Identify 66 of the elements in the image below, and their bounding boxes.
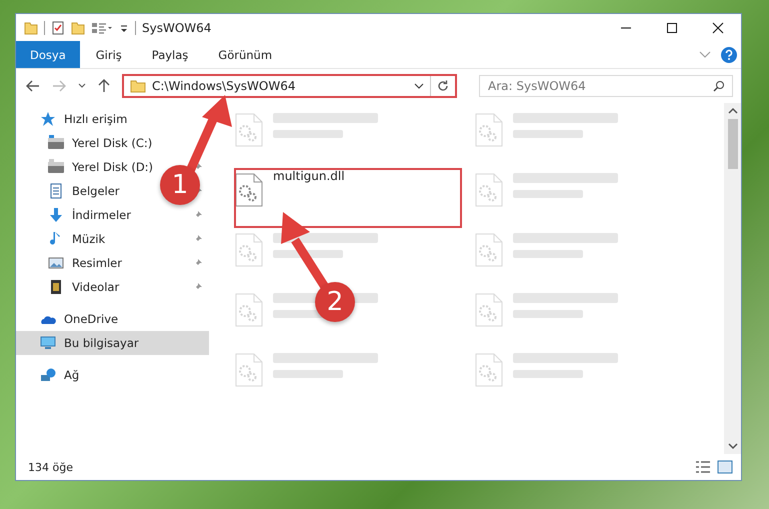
blurred-type-bar [273,370,343,378]
scroll-down-icon[interactable] [728,442,738,450]
ribbon-tab[interactable]: Görünüm [204,41,286,68]
drive-icon [48,135,64,151]
settings-file-icon [475,113,503,147]
blurred-type-bar [513,370,583,378]
ribbon-tab[interactable]: Dosya [16,41,80,68]
video-icon [48,279,64,295]
blurred-type-bar [513,310,583,318]
view-list-icon[interactable] [91,20,113,34]
sidebar-item[interactable]: Yerel Disk (C:) [72,136,152,150]
settings-file-icon [235,173,263,207]
back-arrow-icon[interactable] [26,80,40,92]
folder-icon [130,79,146,93]
refresh-icon[interactable] [437,80,449,92]
sidebar-item[interactable]: İndirmeler [72,208,131,222]
search-field[interactable]: Ara: SysWOW64 [479,75,733,97]
search-icon [713,80,725,92]
scrollbar[interactable] [724,103,741,454]
blurred-type-bar [513,250,583,258]
close-icon [712,22,724,34]
sidebar-item[interactable]: Müzik [72,232,106,246]
up-arrow-icon[interactable] [98,79,110,93]
download-icon [48,207,64,223]
pc-icon [40,335,56,351]
settings-file-icon [235,233,263,267]
address-bar[interactable]: C:\Windows\SysWOW64 [122,74,457,98]
sidebar-item[interactable]: Hızlı erişim [64,112,128,126]
doc-icon [48,183,64,199]
settings-file-icon [475,233,503,267]
sidebar-item[interactable]: Bu bilgisayar [64,336,139,350]
scroll-thumb[interactable] [728,119,738,169]
blurred-type-bar [513,190,583,198]
help-icon[interactable] [721,46,737,62]
address-path: C:\Windows\SysWOW64 [152,79,296,93]
drive-icon [48,159,64,175]
recent-dropdown-icon[interactable] [78,83,86,89]
sidebar-item[interactable]: Yerel Disk (D:) [72,160,154,174]
maximize-icon [666,22,678,34]
file-name[interactable]: multigun.dll [273,169,345,183]
settings-file-icon [235,293,263,327]
expand-ribbon-icon[interactable] [699,50,711,58]
star-icon [40,111,56,127]
scroll-up-icon[interactable] [728,107,738,115]
network-icon [40,367,56,383]
sidebar-item[interactable]: Belgeler [72,184,120,198]
settings-file-icon [475,353,503,387]
settings-file-icon [235,353,263,387]
blurred-type-bar [513,130,583,138]
sidebar-item[interactable]: OneDrive [64,312,118,326]
sidebar-item[interactable]: Ağ [64,368,80,382]
dropdown-icon[interactable] [414,83,424,89]
details-view-icon[interactable] [695,460,711,474]
window-title: SysWOW64 [142,20,212,34]
settings-file-icon [235,113,263,147]
item-count: 134 öğe [28,460,73,474]
blurred-type-bar [273,130,343,138]
settings-file-icon [475,293,503,327]
properties-icon[interactable] [51,20,65,34]
sidebar-item[interactable]: Resimler [72,256,122,270]
settings-file-icon [475,173,503,207]
sidebar-item[interactable]: Videolar [72,280,120,294]
large-icons-view-icon[interactable] [717,460,733,474]
ribbon-tab[interactable]: Giriş [82,41,136,68]
ribbon-tab[interactable]: Paylaş [138,41,202,68]
picture-icon [48,255,64,271]
